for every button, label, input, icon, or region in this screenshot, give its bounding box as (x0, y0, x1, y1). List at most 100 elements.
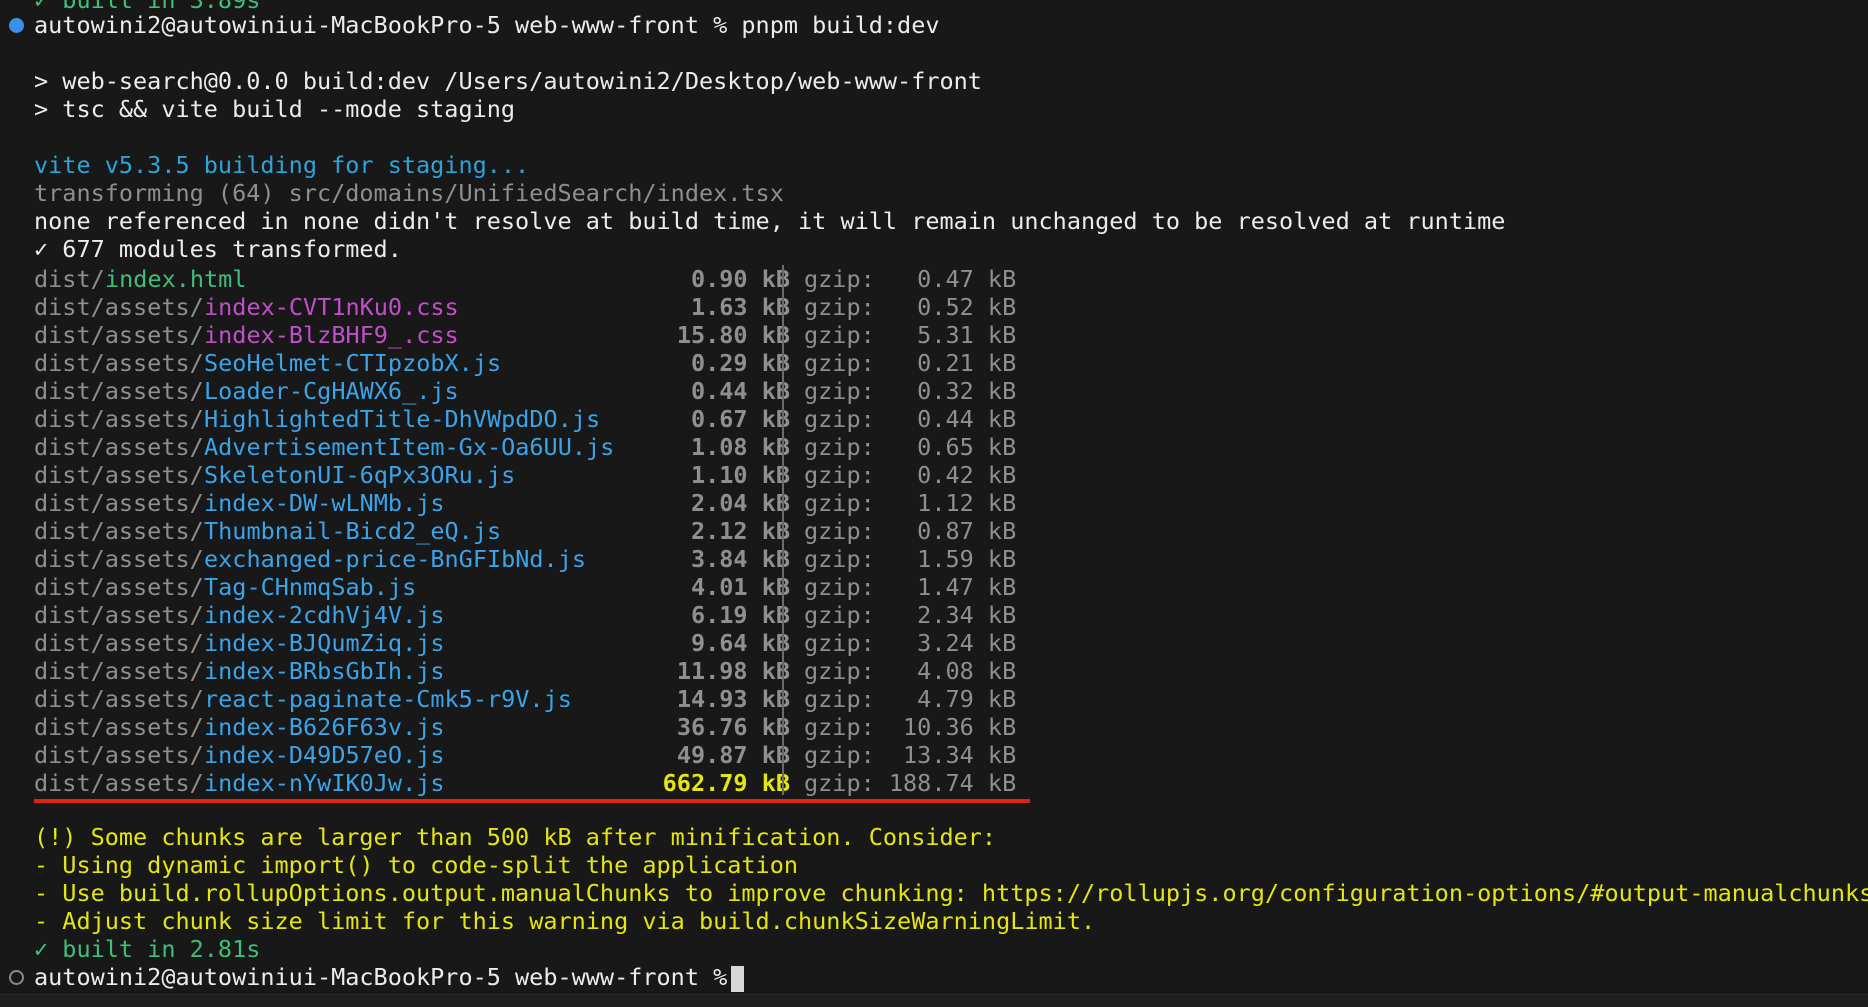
asset-dir: dist/assets/ (34, 657, 204, 685)
asset-filename: index-2cdhVj4V.js (204, 601, 445, 629)
asset-gzip: gzip: 5.31 kB (804, 321, 1017, 349)
chunk-warning-line-2: - Using dynamic import() to code-split t… (34, 851, 799, 879)
asset-dir: dist/assets/ (34, 769, 204, 797)
asset-gzip: gzip: 0.47 kB (804, 265, 1017, 293)
asset-row: dist/assets/index-D49D57eO.js 49.87 kB gzi… (34, 741, 1034, 769)
asset-gzip: gzip: 0.87 kB (804, 517, 1017, 545)
asset-filename: SeoHelmet-CTIpzobX.js (204, 349, 502, 377)
asset-filename: index.html (105, 265, 247, 293)
asset-gzip: gzip: 3.24 kB (804, 629, 1017, 657)
asset-size: 4.01 kB (690, 573, 790, 601)
asset-filename: index-BlzBHF9_.css (204, 321, 459, 349)
asset-row: dist/assets/index-2cdhVj4V.js 6.19 kB gzip… (34, 601, 1034, 629)
asset-row: dist/assets/index-BJQumZiq.js 9.64 kB gzip… (34, 629, 1034, 657)
asset-size: 2.12 kB (690, 517, 790, 545)
asset-filename: index-DW-wLNMb.js (204, 489, 445, 517)
transforming-line: transforming (64) src/domains/UnifiedSea… (34, 179, 784, 207)
asset-gzip: gzip: 1.59 kB (804, 545, 1017, 573)
asset-row: dist/assets/index-BlzBHF9_.css 15.80 kB gz… (34, 321, 1034, 349)
asset-dir: dist/assets/ (34, 517, 204, 545)
asset-gzip: gzip: 1.47 kB (804, 573, 1017, 601)
asset-dir: dist/assets/ (34, 741, 204, 769)
asset-row: dist/assets/index-DW-wLNMb.js 2.04 kB gzip… (34, 489, 1034, 517)
asset-size: 662.79 kB (662, 769, 790, 797)
asset-gzip: gzip: 10.36 kB (804, 713, 1017, 741)
asset-row: dist/index.html 0.90 kB gzip: 0.47 kB (34, 265, 1034, 293)
asset-size: 49.87 kB (676, 741, 790, 769)
asset-filename: index-CVT1nKu0.css (204, 293, 459, 321)
built-time-line: ✓ built in 2.81s (34, 935, 261, 963)
asset-row: dist/assets/index-nYwIK0Jw.js 662.79 kB gz… (34, 769, 1034, 797)
text-cursor (731, 965, 745, 992)
terminal-panel[interactable]: ✓ built in 3.89s autowini2@autowiniui-Ma… (0, 0, 1868, 1007)
asset-size: 0.29 kB (690, 349, 790, 377)
asset-dir: dist/assets/ (34, 321, 204, 349)
asset-filename: Tag-CHnmqSab.js (204, 573, 417, 601)
asset-size: 1.08 kB (690, 433, 790, 461)
asset-dir: dist/assets/ (34, 433, 204, 461)
asset-size: 1.63 kB (690, 293, 790, 321)
asset-filename: Loader-CgHAWX6_.js (204, 377, 459, 405)
asset-row: dist/assets/exchanged-price-BnGFIbNd.js 3… (34, 545, 1034, 573)
asset-dir: dist/assets/ (34, 713, 204, 741)
asset-size: 9.64 kB (690, 629, 790, 657)
asset-row: dist/assets/react-paginate-Cmk5-r9V.js 14… (34, 685, 1034, 713)
asset-filename: react-paginate-Cmk5-r9V.js (204, 685, 572, 713)
chunk-warning-line-4: - Adjust chunk size limit for this warni… (34, 907, 1096, 935)
asset-row: dist/assets/index-BRbsGbIh.js 11.98 kB gzi… (34, 657, 1034, 685)
command-prompt-line: autowini2@autowiniui-MacBookPro-5 web-ww… (34, 11, 940, 39)
asset-size: 1.10 kB (690, 461, 790, 489)
prompt-status-dot-icon (9, 970, 24, 985)
asset-filename: AdvertisementItem-Gx-Oa6UU.js (204, 433, 615, 461)
script-line-1: > web-search@0.0.0 build:dev /Users/auto… (34, 67, 982, 95)
asset-dir: dist/ (34, 265, 105, 293)
asset-filename: exchanged-price-BnGFIbNd.js (204, 545, 587, 573)
asset-size: 2.04 kB (690, 489, 790, 517)
asset-row: dist/assets/index-CVT1nKu0.css 1.63 kB gzi… (34, 293, 1034, 321)
asset-size: 11.98 kB (676, 657, 790, 685)
asset-dir: dist/assets/ (34, 629, 204, 657)
asset-row: dist/assets/index-B626F63v.js 36.76 kB gzi… (34, 713, 1034, 741)
current-prompt-line[interactable]: autowini2@autowiniui-MacBookPro-5 web-ww… (34, 963, 745, 992)
asset-size: 14.93 kB (676, 685, 790, 713)
asset-row: dist/assets/AdvertisementItem-Gx-Oa6UU.j… (34, 433, 1034, 461)
asset-size: 15.80 kB (676, 321, 790, 349)
asset-dir: dist/assets/ (34, 573, 204, 601)
asset-filename: Thumbnail-Bicd2_eQ.js (204, 517, 502, 545)
column-separator (782, 265, 784, 795)
modules-transformed-line: ✓ 677 modules transformed. (34, 235, 402, 263)
asset-gzip: gzip: 0.65 kB (804, 433, 1017, 461)
unresolved-warning-line: none referenced in none didn't resolve a… (34, 207, 1506, 235)
asset-gzip: gzip: 0.44 kB (804, 405, 1017, 433)
asset-size: 3.84 kB (690, 545, 790, 573)
asset-dir: dist/assets/ (34, 349, 204, 377)
asset-gzip: gzip: 0.42 kB (804, 461, 1017, 489)
asset-dir: dist/assets/ (34, 489, 204, 517)
asset-gzip: gzip: 4.08 kB (804, 657, 1017, 685)
status-bar (0, 994, 1868, 1007)
asset-size: 0.67 kB (690, 405, 790, 433)
asset-filename: index-B626F63v.js (204, 713, 445, 741)
asset-gzip: gzip: 13.34 kB (804, 741, 1017, 769)
asset-row: dist/assets/SkeletonUI-6qPx3ORu.js 1.10 k… (34, 461, 1034, 489)
asset-size: 36.76 kB (676, 713, 790, 741)
asset-filename: HighlightedTitle-DhVWpdDO.js (204, 405, 601, 433)
asset-gzip: gzip: 0.32 kB (804, 377, 1017, 405)
asset-dir: dist/assets/ (34, 377, 204, 405)
asset-filename: index-D49D57eO.js (204, 741, 445, 769)
asset-row: dist/assets/Tag-CHnmqSab.js 4.01 kB gzip: … (34, 573, 1034, 601)
asset-dir: dist/assets/ (34, 405, 204, 433)
script-line-2: > tsc && vite build --mode staging (34, 95, 516, 123)
asset-filename: index-BRbsGbIh.js (204, 657, 445, 685)
chunk-warning-line-3: - Use build.rollupOptions.output.manualC… (34, 879, 1868, 907)
asset-row: dist/assets/Thumbnail-Bicd2_eQ.js 2.12 kB… (34, 517, 1034, 545)
asset-dir: dist/assets/ (34, 685, 204, 713)
asset-filename: SkeletonUI-6qPx3ORu.js (204, 461, 516, 489)
asset-dir: dist/assets/ (34, 293, 204, 321)
asset-size: 0.90 kB (690, 265, 790, 293)
asset-gzip: gzip: 4.79 kB (804, 685, 1017, 713)
vite-building-line: vite v5.3.5 building for staging... (34, 151, 530, 179)
asset-gzip: gzip: 0.21 kB (804, 349, 1017, 377)
asset-dir: dist/assets/ (34, 461, 204, 489)
asset-dir: dist/assets/ (34, 545, 204, 573)
